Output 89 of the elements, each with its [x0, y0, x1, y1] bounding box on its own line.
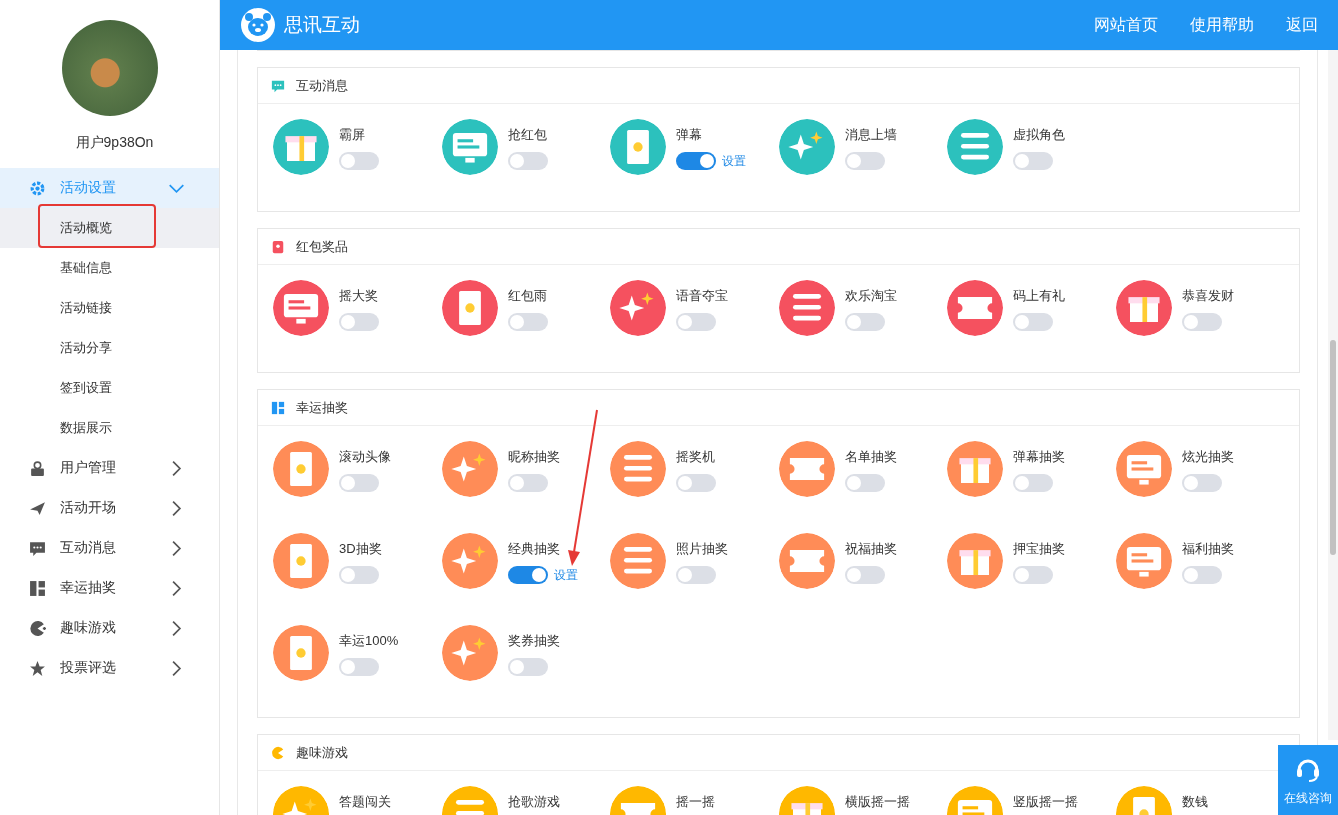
toggle-switch[interactable] [1013, 566, 1054, 584]
sidebar-item[interactable]: 互动消息 [0, 528, 219, 568]
paper-plane-icon [29, 499, 46, 517]
feature-label: 奖券抽奖 [507, 632, 560, 650]
sidebar-item[interactable]: 投票评选 [0, 648, 219, 688]
toggle-switch[interactable] [1181, 474, 1222, 492]
feature-label: 滚动头像 [339, 448, 391, 466]
feature-label: 恭喜发财 [1181, 287, 1234, 305]
toggle-switch[interactable] [339, 313, 379, 331]
feature-label: 照片抽奖 [676, 540, 729, 558]
feature-label: 名单抽奖 [844, 448, 897, 466]
pacman-icon [271, 745, 285, 760]
feature-label: 弹幕 [676, 126, 704, 144]
feature-label: 抢红包 [507, 126, 548, 144]
feature-label: 竖版摇一摇 [1013, 793, 1079, 811]
toggle-switch[interactable] [507, 313, 548, 331]
star-icon [29, 659, 46, 677]
sidebar-subitem[interactable]: 活动概览 [0, 208, 219, 248]
sidebar-subitem[interactable]: 签到设置 [0, 368, 219, 408]
username: 用户9p38On [75, 134, 154, 152]
chat-icon [271, 78, 285, 93]
feature-label: 虚拟角色 [1013, 126, 1066, 144]
feature-label: 弹幕抽奖 [1013, 448, 1066, 466]
feature-label: 数钱 [1181, 793, 1208, 811]
feature-label: 押宝抽奖 [1013, 540, 1066, 558]
toggle-switch[interactable] [1013, 313, 1054, 331]
toggle-switch[interactable] [1181, 313, 1222, 331]
settings-link[interactable]: 设置 [553, 566, 578, 584]
section-title: 幸运抽奖 [296, 398, 348, 417]
feature-label: 炫光抽奖 [1181, 448, 1234, 466]
toggle-switch[interactable] [676, 313, 717, 331]
sidebar-subitem[interactable]: 活动链接 [0, 288, 219, 328]
toggle-switch[interactable] [844, 566, 885, 584]
toggle-switch[interactable] [339, 566, 379, 584]
feature-label: 红包雨 [507, 287, 548, 305]
grid-icon [29, 579, 46, 597]
pacman-icon [29, 619, 46, 637]
feature-label: 昵称抽奖 [507, 448, 560, 466]
toggle-switch[interactable] [844, 474, 885, 492]
settings-link[interactable]: 设置 [722, 152, 747, 170]
toggle-switch[interactable] [676, 474, 717, 492]
sidebar-item[interactable]: 用户管理 [0, 448, 219, 488]
feature-label: 经典抽奖 [507, 540, 561, 558]
toggle-switch[interactable] [507, 658, 548, 676]
toggle-switch[interactable] [507, 474, 548, 492]
toggle-switch[interactable] [1013, 152, 1054, 170]
toggle-switch[interactable] [844, 152, 885, 170]
toggle-switch[interactable] [507, 152, 548, 170]
sidebar-subitem[interactable]: 活动分享 [0, 328, 219, 368]
toggle-switch[interactable] [507, 566, 548, 584]
toggle-switch[interactable] [1181, 566, 1222, 584]
app-title: 思讯互动 [284, 13, 361, 37]
toggle-switch[interactable] [339, 152, 379, 170]
feature-label: 答题闯关 [339, 793, 391, 811]
feature-label: 语音夺宝 [676, 287, 729, 305]
sidebar-subitem[interactable]: 数据展示 [0, 408, 219, 448]
user-icon [29, 459, 46, 477]
toggle-switch[interactable] [844, 313, 885, 331]
feature-label: 欢乐淘宝 [844, 287, 897, 305]
feature-label: 3D抽奖 [339, 540, 382, 558]
feature-label: 霸屏 [339, 126, 366, 144]
sidebar-item[interactable]: 幸运抽奖 [0, 568, 219, 608]
feature-label: 抢歌游戏 [507, 793, 560, 811]
scrollbar[interactable] [1328, 50, 1338, 740]
sidebar-item[interactable]: 趣味游戏 [0, 608, 219, 648]
feature-label: 消息上墙 [844, 126, 897, 144]
envelope-icon [271, 239, 285, 254]
section-title: 互动消息 [296, 76, 348, 95]
section-title: 红包奖品 [296, 237, 348, 256]
section-title: 趣味游戏 [296, 743, 348, 762]
bear-logo-icon [240, 7, 276, 43]
sidebar-item[interactable]: 活动开场 [0, 488, 219, 528]
feature-label: 祝福抽奖 [844, 540, 897, 558]
grid-icon [271, 400, 285, 415]
feature-label: 福利抽奖 [1181, 540, 1234, 558]
feature-label: 摇一摇 [676, 793, 716, 811]
feature-label: 横版摇一摇 [844, 793, 910, 811]
toggle-switch[interactable] [339, 474, 379, 492]
feature-label: 摇大奖 [339, 287, 379, 305]
toggle-switch[interactable] [676, 566, 717, 584]
toggle-switch[interactable] [339, 658, 379, 676]
sidebar-subitem[interactable]: 基础信息 [0, 248, 219, 288]
feature-label: 摇奖机 [676, 448, 717, 466]
toggle-switch[interactable] [1013, 474, 1054, 492]
chat-icon [29, 539, 46, 557]
feature-label: 幸运100% [339, 632, 399, 650]
gear-icon [29, 179, 46, 197]
feature-label: 码上有礼 [1013, 287, 1066, 305]
toggle-switch[interactable] [676, 152, 717, 170]
